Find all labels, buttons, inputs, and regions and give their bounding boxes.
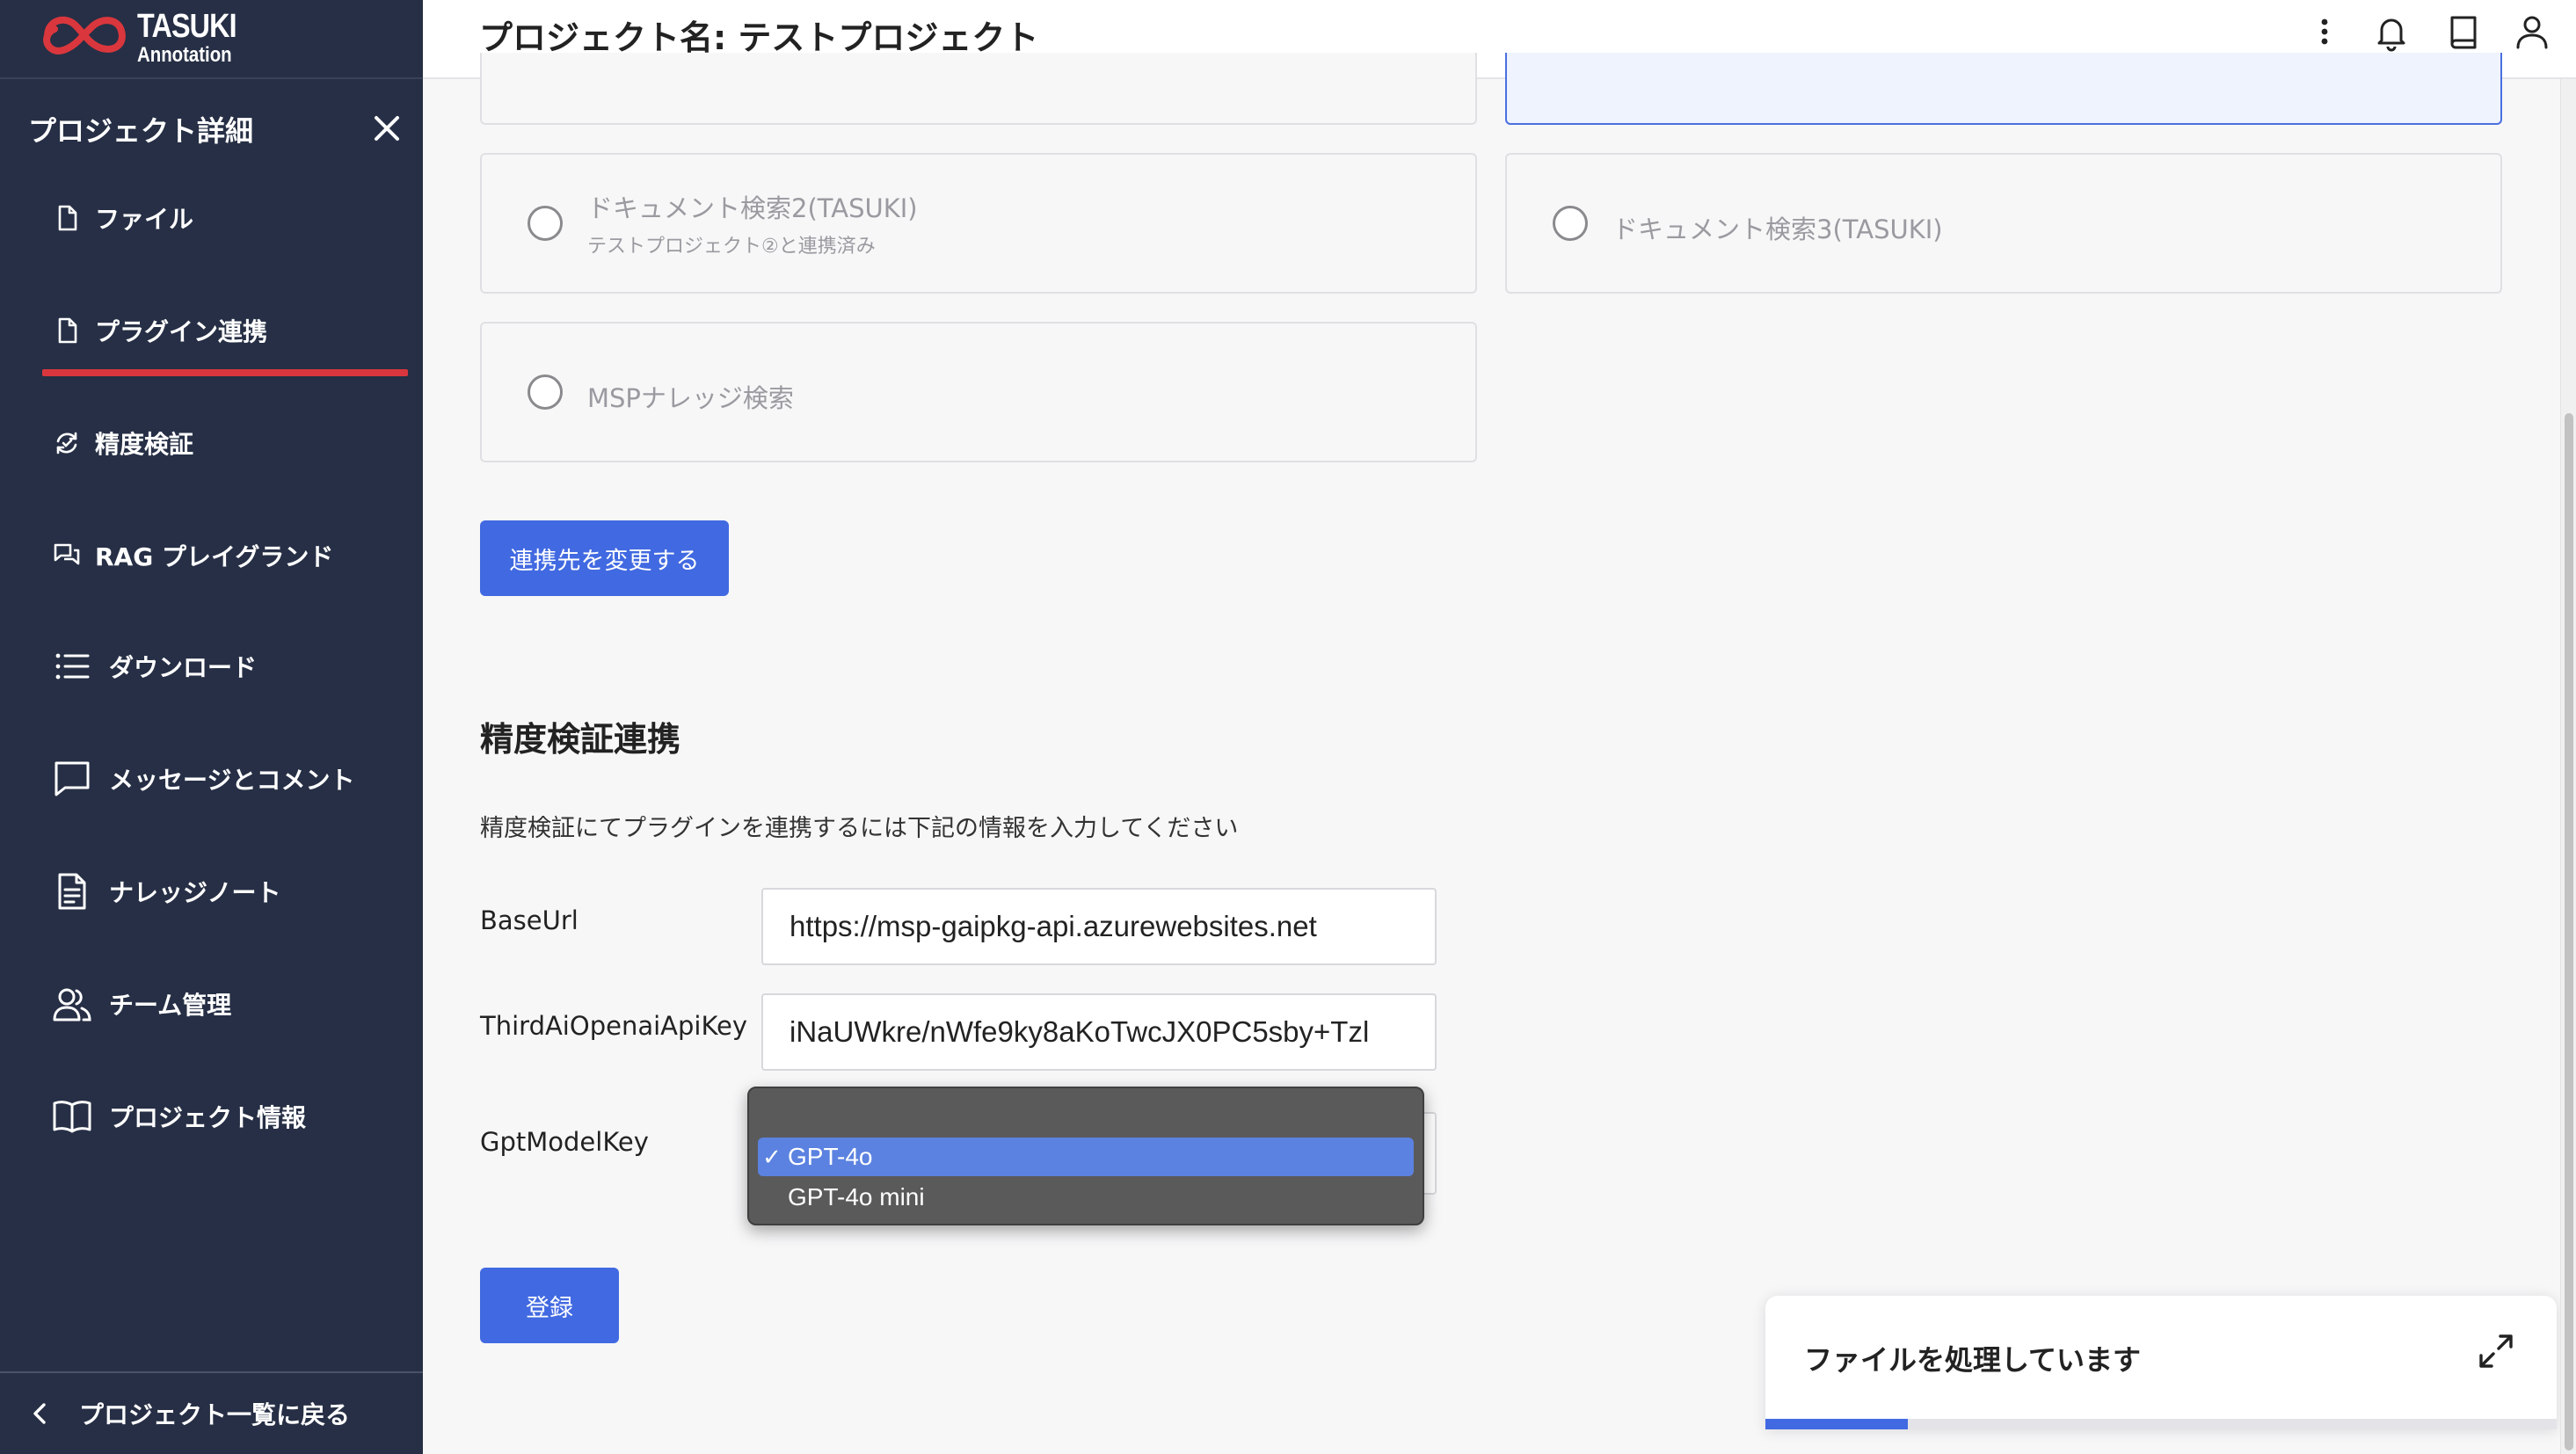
base-url-label: BaseUrl [480, 905, 579, 935]
message-icon [55, 761, 90, 796]
sidebar-item-label: RAG プレイグランド [95, 542, 334, 571]
radio-button[interactable] [1553, 206, 1588, 241]
file-icon [58, 205, 77, 231]
chat-bubbles-icon [54, 543, 80, 565]
sidebar-item-label: ファイル [95, 205, 194, 234]
dropdown-option-gpt-4o-mini[interactable]: GPT-4o mini [758, 1178, 1414, 1217]
refresh-check-icon [56, 432, 77, 454]
logo-title: TASUKI [137, 8, 237, 45]
radio-button[interactable] [528, 374, 563, 410]
page-title: プロジェクト名: テストプロジェクト [479, 18, 1039, 57]
book-icon[interactable] [2441, 11, 2485, 55]
sidebar-item-download[interactable]: ダウンロード [53, 640, 257, 693]
sidebar-title: プロジェクト詳細 [28, 114, 254, 148]
api-key-label: ThirdAiOpenaiApiKey [480, 1011, 748, 1041]
sidebar-item-label: ナレッジノート [109, 878, 281, 907]
model-key-label: GptModelKey [480, 1127, 649, 1157]
progress-fill [1765, 1419, 1908, 1429]
plugin-card-msp-knowledge[interactable]: MSPナレッジ検索 [480, 322, 1477, 462]
sidebar-item-rag-playground[interactable]: RAG プレイグランド [53, 529, 333, 582]
chevron-left-icon [33, 1403, 46, 1424]
logo[interactable]: TASUKI Annotation [40, 5, 254, 70]
processing-toast: ファイルを処理しています [1765, 1296, 2557, 1429]
model-dropdown[interactable]: ✓ GPT-4o GPT-4o mini [747, 1087, 1424, 1225]
option-label: GPT-4o [788, 1143, 873, 1170]
radio-button[interactable] [528, 206, 563, 241]
sidebar-item-label: プロジェクト情報 [109, 1103, 307, 1132]
sidebar-item-plugin[interactable]: プラグイン連携 [53, 304, 267, 357]
sidebar-item-label: 精度検証 [95, 430, 194, 459]
back-label: プロジェクト一覧に戻る [79, 1400, 351, 1429]
sidebar-divider [0, 77, 423, 79]
plugin-subtitle: テストプロジェクト②と連携済み [587, 236, 876, 258]
plugin-card-partial[interactable] [480, 53, 1477, 125]
sidebar-item-accuracy[interactable]: 精度検証 [53, 417, 193, 469]
plugin-title: MSPナレッジ検索 [587, 383, 794, 413]
tasuki-logo-icon [43, 16, 126, 55]
sidebar-item-knowledge-note[interactable]: ナレッジノート [53, 865, 280, 918]
back-to-projects-link[interactable]: プロジェクト一覧に戻る [25, 1396, 350, 1431]
scrollbar[interactable] [2560, 79, 2576, 1454]
sidebar-item-label: メッセージとコメント [109, 766, 355, 795]
sidebar-item-team[interactable]: チーム管理 [53, 978, 231, 1030]
scrollbar-thumb[interactable] [2565, 413, 2573, 1450]
file-icon [58, 317, 77, 344]
sidebar-item-label: プラグイン連携 [95, 317, 268, 346]
users-icon [53, 988, 91, 1021]
expand-icon[interactable] [2476, 1331, 2516, 1371]
document-icon [58, 873, 86, 910]
active-indicator [42, 369, 408, 376]
check-icon: ✓ [762, 1143, 782, 1170]
sidebar-item-file[interactable]: ファイル [53, 192, 193, 244]
sidebar: TASUKI Annotation プロジェクト詳細 ファイル プラグイン連携 … [0, 0, 423, 1454]
api-key-input[interactable]: iNaUWkre/nWfe9ky8aKoTwcJX0PC5sby+Tzl [761, 993, 1437, 1071]
logo-subtitle: Annotation [137, 43, 232, 67]
sidebar-divider [0, 1371, 423, 1373]
option-label: GPT-4o mini [788, 1183, 925, 1210]
plugin-title: ドキュメント検索3(TASUKI) [1612, 214, 1943, 244]
bell-icon[interactable] [2369, 11, 2413, 55]
plugin-card-selected-partial[interactable] [1505, 53, 2502, 125]
close-icon[interactable] [369, 111, 404, 146]
change-plugin-button[interactable]: 連携先を変更する [480, 520, 729, 596]
plugin-card-doc-search-3[interactable]: ドキュメント検索3(TASUKI) [1505, 153, 2502, 294]
register-button[interactable]: 登録 [480, 1268, 619, 1343]
base-url-input[interactable]: https://msp-gaipkg-api.azurewebsites.net [761, 888, 1437, 965]
section-description: 精度検証にてプラグインを連携するには下記の情報を入力してください [480, 815, 1239, 842]
book-icon [53, 1101, 91, 1133]
list-icon [55, 653, 90, 680]
sidebar-item-label: ダウンロード [109, 653, 258, 682]
sidebar-item-project-info[interactable]: プロジェクト情報 [53, 1090, 306, 1143]
sidebar-item-label: チーム管理 [109, 991, 232, 1020]
sidebar-item-messages[interactable]: メッセージとコメント [53, 752, 354, 805]
progress-bar [1765, 1419, 2557, 1429]
toast-title: ファイルを処理しています [1804, 1343, 2142, 1377]
user-icon[interactable] [2510, 11, 2554, 55]
plugin-title: ドキュメント検索2(TASUKI) [587, 193, 918, 223]
plugin-card-doc-search-2[interactable]: ドキュメント検索2(TASUKI) テストプロジェクト②と連携済み [480, 153, 1477, 294]
section-title: 精度検証連携 [480, 720, 681, 759]
more-vertical-icon[interactable] [2303, 11, 2347, 55]
dropdown-option-gpt-4o[interactable]: ✓ GPT-4o [758, 1138, 1414, 1176]
